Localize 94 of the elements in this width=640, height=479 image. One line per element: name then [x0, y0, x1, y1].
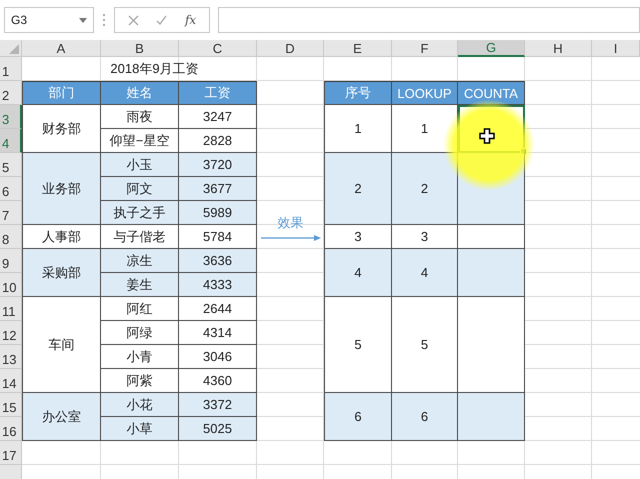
salary-cell: 3372	[179, 393, 257, 417]
check-icon[interactable]	[156, 14, 168, 26]
row-header[interactable]: 11	[0, 297, 22, 321]
number-cell: 2	[324, 153, 392, 225]
header-cell: LOOKUP	[392, 81, 458, 105]
salary-cell: 4360	[179, 369, 257, 393]
lookup-cell: 1	[392, 105, 458, 153]
header-cell: 部门	[22, 81, 101, 105]
salary-cell: 5784	[179, 225, 257, 249]
salary-cell: 2644	[179, 297, 257, 321]
salary-cell: 3636	[179, 249, 257, 273]
lookup-cell: 4	[392, 249, 458, 297]
arrow-label: 效果	[278, 214, 304, 232]
row-header[interactable]: 10	[0, 273, 22, 297]
row-header[interactable]: 14	[0, 369, 22, 393]
number-cell: 6	[324, 393, 392, 441]
name-box[interactable]: G3	[4, 7, 94, 33]
name-cell: 阿绿	[101, 321, 179, 345]
column-header[interactable]: H	[525, 40, 592, 57]
row-header[interactable]: 17	[0, 441, 22, 465]
row-header[interactable]: 5	[0, 153, 22, 177]
number-cell: 1	[324, 105, 392, 153]
salary-cell: 3677	[179, 177, 257, 201]
salary-cell: 5989	[179, 201, 257, 225]
salary-cell: 5025	[179, 417, 257, 441]
column-header[interactable]: C	[179, 40, 257, 57]
grip-dots-icon	[102, 13, 106, 27]
salary-cell: 2828	[179, 129, 257, 153]
arrow-icon	[260, 234, 320, 242]
department-cell: 车间	[22, 297, 101, 393]
number-cell: 5	[324, 297, 392, 393]
name-cell: 小草	[101, 417, 179, 441]
row-header[interactable]: 15	[0, 393, 22, 417]
lookup-cell: 5	[392, 297, 458, 393]
header-cell: COUNTA	[458, 81, 525, 105]
row-header[interactable]: 3	[0, 105, 22, 129]
name-cell: 阿文	[101, 177, 179, 201]
salary-cell: 3247	[179, 105, 257, 129]
salary-cell: 3720	[179, 153, 257, 177]
department-cell: 财务部	[22, 105, 101, 153]
lookup-cell: 6	[392, 393, 458, 441]
row-header[interactable]: 7	[0, 201, 22, 225]
department-cell: 人事部	[22, 225, 101, 249]
formula-field[interactable]	[218, 7, 640, 33]
name-cell: 与子偕老	[101, 225, 179, 249]
cross-cursor-icon	[479, 128, 495, 144]
number-cell: 3	[324, 225, 392, 249]
name-cell: 姜生	[101, 273, 179, 297]
header-cell: 序号	[324, 81, 392, 105]
counta-cell[interactable]	[458, 105, 525, 153]
department-cell: 采购部	[22, 249, 101, 297]
salary-cell: 3046	[179, 345, 257, 369]
row-header[interactable]: 6	[0, 177, 22, 201]
row-header[interactable]: 9	[0, 249, 22, 273]
row-header[interactable]: 2	[0, 81, 22, 105]
salary-cell: 4333	[179, 273, 257, 297]
column-header[interactable]: B	[101, 40, 179, 57]
row-header[interactable]: 4	[0, 129, 22, 153]
header-cell: 姓名	[101, 81, 179, 105]
name-cell: 小青	[101, 345, 179, 369]
row-header[interactable]: 1	[0, 57, 22, 81]
column-header[interactable]: F	[392, 40, 458, 57]
name-cell: 阿红	[101, 297, 179, 321]
name-cell: 阿紫	[101, 369, 179, 393]
table-title: 2018年9月工资	[110, 60, 199, 78]
counta-cell[interactable]	[458, 153, 525, 225]
column-header[interactable]: D	[257, 40, 324, 57]
row-header[interactable]: 13	[0, 345, 22, 369]
row-header[interactable]: 8	[0, 225, 22, 249]
salary-cell: 4314	[179, 321, 257, 345]
header-cell: 工资	[179, 81, 257, 105]
department-cell: 业务部	[22, 153, 101, 225]
lookup-cell: 3	[392, 225, 458, 249]
column-header[interactable]: G	[458, 40, 525, 57]
number-cell: 4	[324, 249, 392, 297]
insert-function-button[interactable]: fx	[184, 13, 196, 27]
column-header[interactable]: A	[22, 40, 101, 57]
department-cell: 办公室	[22, 393, 101, 441]
column-header[interactable]: E	[324, 40, 392, 57]
name-cell: 小花	[101, 393, 179, 417]
name-cell: 雨夜	[101, 105, 179, 129]
counta-cell[interactable]	[458, 225, 525, 249]
row-header[interactable]: 16	[0, 417, 22, 441]
name-cell: 仰望−星空	[101, 129, 179, 153]
dropdown-caret-icon[interactable]	[79, 18, 87, 22]
counta-cell[interactable]	[458, 249, 525, 297]
counta-cell[interactable]	[458, 297, 525, 393]
column-header[interactable]: I	[592, 40, 640, 57]
name-cell: 凉生	[101, 249, 179, 273]
name-cell: 执子之手	[101, 201, 179, 225]
counta-cell[interactable]	[458, 393, 525, 441]
row-header[interactable]: 12	[0, 321, 22, 345]
lookup-cell: 2	[392, 153, 458, 225]
name-cell: 小玉	[101, 153, 179, 177]
